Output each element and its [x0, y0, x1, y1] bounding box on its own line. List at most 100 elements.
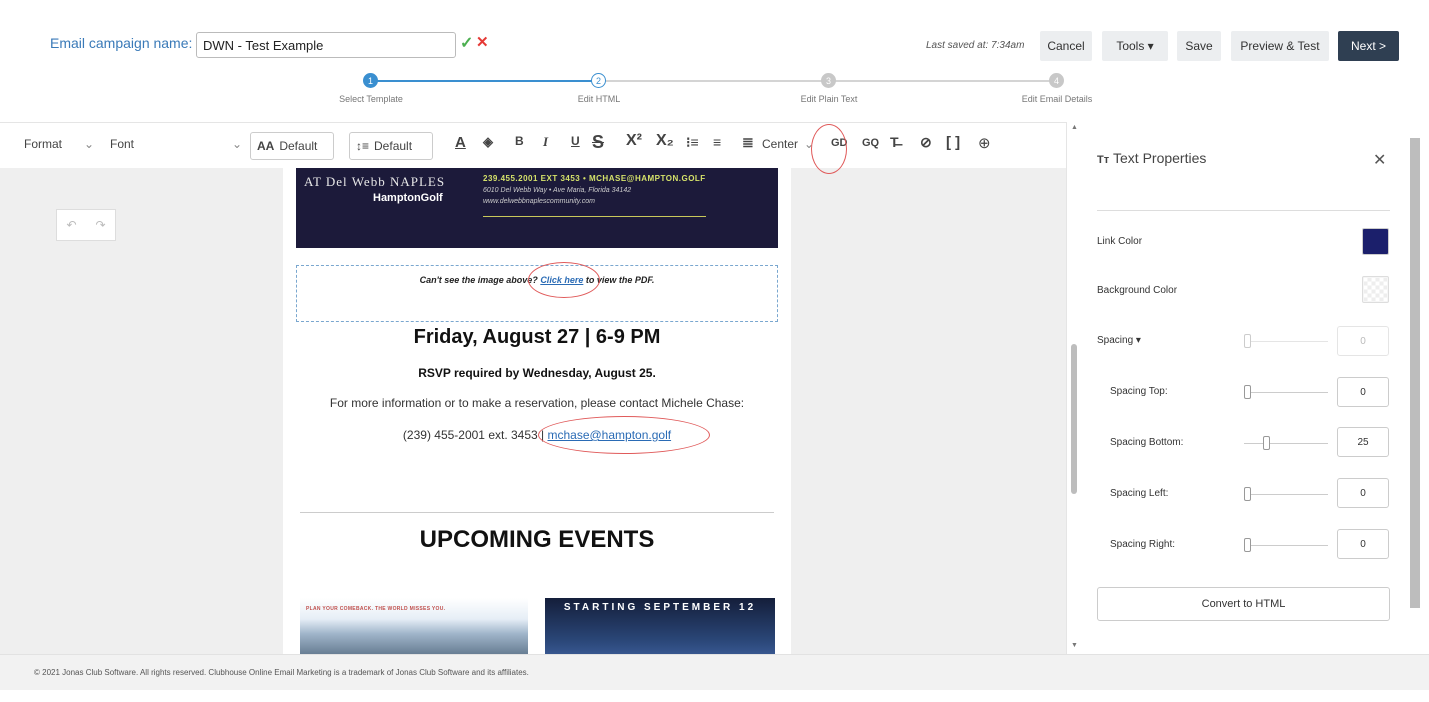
unordered-list-icon[interactable]: ≡ [713, 134, 721, 150]
spacing-left-slider[interactable] [1244, 494, 1328, 495]
spacing-right-slider[interactable] [1244, 545, 1328, 546]
spacing-top-slider[interactable] [1244, 392, 1328, 393]
step-3-label[interactable]: Edit Plain Text [801, 94, 858, 104]
ordered-list-icon[interactable]: ⁝≡ [686, 134, 699, 151]
cant-see-prefix: Can't see the image above? [419, 275, 538, 285]
convert-to-html-button[interactable]: Convert to HTML [1097, 587, 1390, 621]
spacing-right-knob[interactable] [1244, 538, 1251, 552]
attachment-icon[interactable]: ⊘ [920, 134, 932, 151]
text-color-icon[interactable]: A [455, 134, 466, 151]
insert-more-icon[interactable]: ⊕ [978, 134, 991, 152]
spacing-bottom-input[interactable]: 25 [1337, 427, 1389, 457]
underline-icon[interactable]: U [571, 134, 580, 148]
spacing-slider-knob[interactable] [1244, 334, 1251, 348]
section-divider [300, 512, 774, 513]
next-button[interactable]: Next > [1338, 31, 1399, 61]
step-1-label[interactable]: Select Template [339, 94, 403, 104]
banner-brand: AT Del Webb NAPLES [304, 174, 446, 189]
font-size-dropdown[interactable]: AA Default [250, 132, 334, 160]
spacing-right-label: Spacing Right: [1110, 539, 1176, 550]
format-dropdown[interactable]: Format [24, 137, 62, 151]
horizontal-scrollbar[interactable] [0, 690, 1429, 702]
unlink-icon[interactable]: GQ [862, 137, 879, 149]
redo-icon[interactable]: ↷ [95, 218, 105, 232]
chevron-down-icon[interactable]: ⌄ [84, 137, 94, 151]
confirm-check-icon[interactable]: ✓ [460, 33, 473, 53]
tools-button[interactable]: Tools ▾ [1102, 31, 1168, 61]
spacing-right-input[interactable]: 0 [1337, 529, 1389, 559]
undo-icon[interactable]: ↶ [66, 218, 76, 232]
spacing-top-input[interactable]: 0 [1337, 377, 1389, 407]
scroll-down-icon[interactable]: ▼ [1071, 642, 1078, 649]
last-saved-text: Last saved at: 7:34am [926, 40, 1025, 51]
line-height-dropdown[interactable]: ↕≡ Default [349, 132, 433, 160]
annotation-circle [538, 416, 710, 454]
italic-icon[interactable]: I [543, 134, 548, 150]
step-4-dot[interactable]: 4 [1049, 73, 1064, 88]
promo-image-1-text: PLAN YOUR COMEBACK. THE WORLD MISSES YOU… [306, 606, 446, 612]
phone-text: (239) 455-2001 ext. 3453 | [402, 428, 545, 442]
spacing-bottom-label: Spacing Bottom: [1110, 437, 1184, 448]
spacing-slider[interactable] [1244, 341, 1328, 342]
undo-redo-group: ↶ ↷ [56, 209, 116, 241]
cancel-cross-icon[interactable]: ✕ [476, 33, 489, 51]
font-size-value: Default [279, 139, 318, 153]
spacing-left-label: Spacing Left: [1110, 488, 1169, 499]
step-4-label[interactable]: Edit Email Details [1022, 94, 1093, 104]
line-height-value: Default [374, 139, 413, 153]
align-dropdown[interactable]: Center [762, 137, 798, 151]
spacing-bottom-slider[interactable] [1244, 443, 1328, 444]
rsvp-text[interactable]: RSVP required by Wednesday, August 25. [283, 366, 791, 380]
text-properties-panel: Tт Text Properties ✕ Link Color Backgrou… [1080, 122, 1407, 654]
preview-test-button[interactable]: Preview & Test [1231, 31, 1329, 61]
cancel-button[interactable]: Cancel [1040, 31, 1092, 61]
code-brackets-icon[interactable]: [ ] [946, 134, 960, 151]
stepper-line-done [377, 80, 597, 82]
spacing-left-input[interactable]: 0 [1337, 478, 1389, 508]
spacing-bottom-knob[interactable] [1263, 436, 1270, 450]
background-color-swatch[interactable] [1362, 276, 1389, 303]
step-2-label[interactable]: Edit HTML [578, 94, 621, 104]
event-date-heading[interactable]: Friday, August 27 | 6-9 PM [283, 326, 791, 349]
spacing-top-knob[interactable] [1244, 385, 1251, 399]
contact-line[interactable]: (239) 455-2001 ext. 3453 | mchase@hampto… [283, 428, 791, 442]
chevron-down-icon[interactable]: ⌄ [232, 137, 242, 151]
upcoming-events-heading[interactable]: UPCOMING EVENTS [283, 526, 791, 554]
campaign-name-label: Email campaign name: [50, 35, 193, 51]
text-properties-icon: Tт [1097, 154, 1110, 166]
page-scrollbar[interactable] [1407, 122, 1429, 654]
scroll-up-icon[interactable]: ▲ [1071, 124, 1078, 131]
stepper-line-pending [835, 80, 1055, 82]
step-1-dot[interactable]: 1 [363, 73, 378, 88]
spacing-toggle[interactable]: Spacing ▾ [1097, 335, 1141, 346]
promo-image-stadium[interactable]: STARTING SEPTEMBER 12 [545, 598, 775, 654]
banner-contact-line: 239.455.2001 EXT 3453 • MCHASE@HAMPTON.G… [483, 174, 706, 183]
panel-divider [1097, 210, 1390, 211]
clear-format-icon[interactable]: T̶ [890, 134, 899, 150]
promo-image-mountains[interactable]: PLAN YOUR COMEBACK. THE WORLD MISSES YOU… [300, 598, 528, 654]
campaign-name-input[interactable] [196, 32, 456, 58]
panel-title-text: Text Properties [1113, 150, 1207, 166]
editor-scroll-thumb[interactable] [1071, 344, 1077, 494]
subscript-icon[interactable]: X₂ [656, 132, 674, 150]
banner-divider [483, 216, 706, 217]
banner-logo: HamptonGolf [373, 192, 443, 204]
editor-scrollbar[interactable]: ▲ ▼ [1066, 122, 1080, 654]
more-info-text[interactable]: For more information or to make a reserv… [283, 396, 791, 410]
align-center-icon[interactable]: ≣ [742, 134, 754, 151]
link-color-swatch[interactable] [1362, 228, 1389, 255]
page-scroll-thumb[interactable] [1410, 138, 1420, 608]
spacing-input[interactable]: 0 [1337, 326, 1389, 356]
panel-title: Tт Text Properties [1097, 150, 1206, 166]
step-3-dot[interactable]: 3 [821, 73, 836, 88]
spacing-left-knob[interactable] [1244, 487, 1251, 501]
stepper-line-pending [606, 80, 826, 82]
bold-icon[interactable]: B [515, 134, 524, 148]
step-2-dot[interactable]: 2 [591, 73, 606, 88]
fill-color-icon[interactable]: ◈ [483, 134, 493, 150]
font-dropdown[interactable]: Font [110, 137, 134, 151]
close-icon[interactable]: ✕ [1373, 150, 1386, 170]
strikethrough-icon[interactable]: S [592, 132, 604, 153]
superscript-icon[interactable]: X² [626, 132, 642, 150]
save-button[interactable]: Save [1177, 31, 1221, 61]
